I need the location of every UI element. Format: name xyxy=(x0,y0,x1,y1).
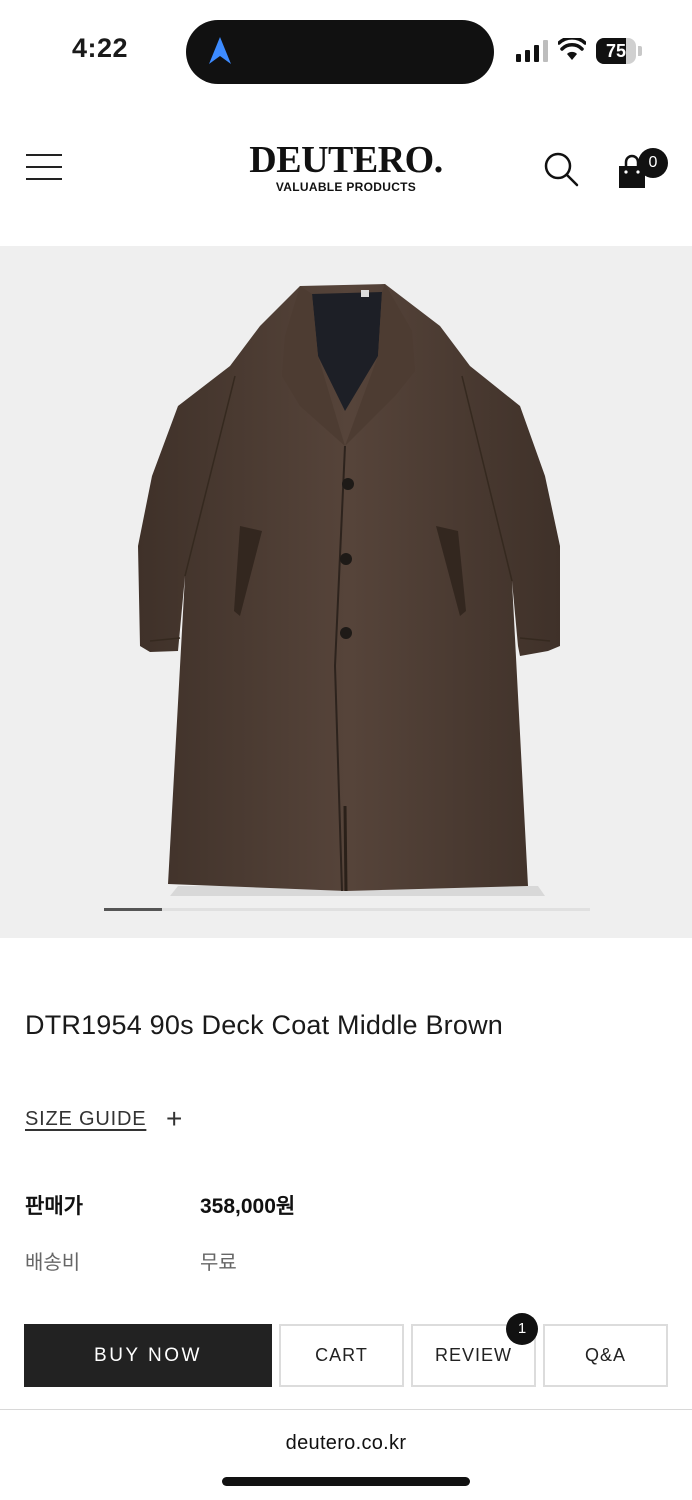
cellular-signal-icon xyxy=(516,40,548,62)
gallery-progress-indicator xyxy=(104,908,590,911)
home-indicator xyxy=(222,1477,470,1486)
product-image xyxy=(138,284,560,896)
buy-now-button[interactable]: BUY NOW xyxy=(24,1324,272,1387)
logo-tagline: VALUABLE PRODUCTS xyxy=(275,180,417,194)
add-to-cart-button[interactable]: CART xyxy=(279,1324,404,1387)
cart-button[interactable]: 0 xyxy=(616,148,668,188)
review-count-badge: 1 xyxy=(506,1313,538,1345)
shipping-value: 무료 xyxy=(200,1252,237,1274)
battery-level: 75 xyxy=(605,41,627,61)
size-guide-link[interactable]: SIZE GUIDE xyxy=(25,1108,146,1131)
qa-button[interactable]: Q&A xyxy=(543,1324,668,1387)
brand-logo[interactable]: DEUTERO. VALUABLE PRODUCTS xyxy=(240,140,452,194)
price-value: 358,000원 xyxy=(200,1195,296,1218)
product-title: DTR1954 90s Deck Coat Middle Brown xyxy=(25,1010,504,1040)
status-bar: 4:22 75 xyxy=(0,0,692,100)
price-label: 판매가 xyxy=(25,1195,83,1218)
size-guide-expand-icon[interactable]: + xyxy=(166,1103,182,1135)
navigation-arrow-icon xyxy=(209,37,231,64)
dynamic-island xyxy=(186,20,494,84)
url-text[interactable]: deutero.co.kr xyxy=(0,1432,692,1455)
status-time: 4:22 xyxy=(72,33,129,63)
browser-url-bar[interactable]: deutero.co.kr xyxy=(0,1409,692,1500)
wifi-icon xyxy=(558,38,586,60)
cart-count-badge: 0 xyxy=(638,148,668,178)
menu-button[interactable] xyxy=(26,154,62,180)
shipping-label: 배송비 xyxy=(25,1252,81,1274)
search-icon[interactable] xyxy=(542,150,580,188)
battery-icon: 75 xyxy=(596,38,642,64)
site-header: DEUTERO. VALUABLE PRODUCTS 0 xyxy=(0,120,692,220)
product-image-gallery[interactable] xyxy=(0,246,692,938)
logo-wordmark: DEUTERO. xyxy=(249,139,443,181)
gallery-progress-thumb xyxy=(104,908,163,911)
